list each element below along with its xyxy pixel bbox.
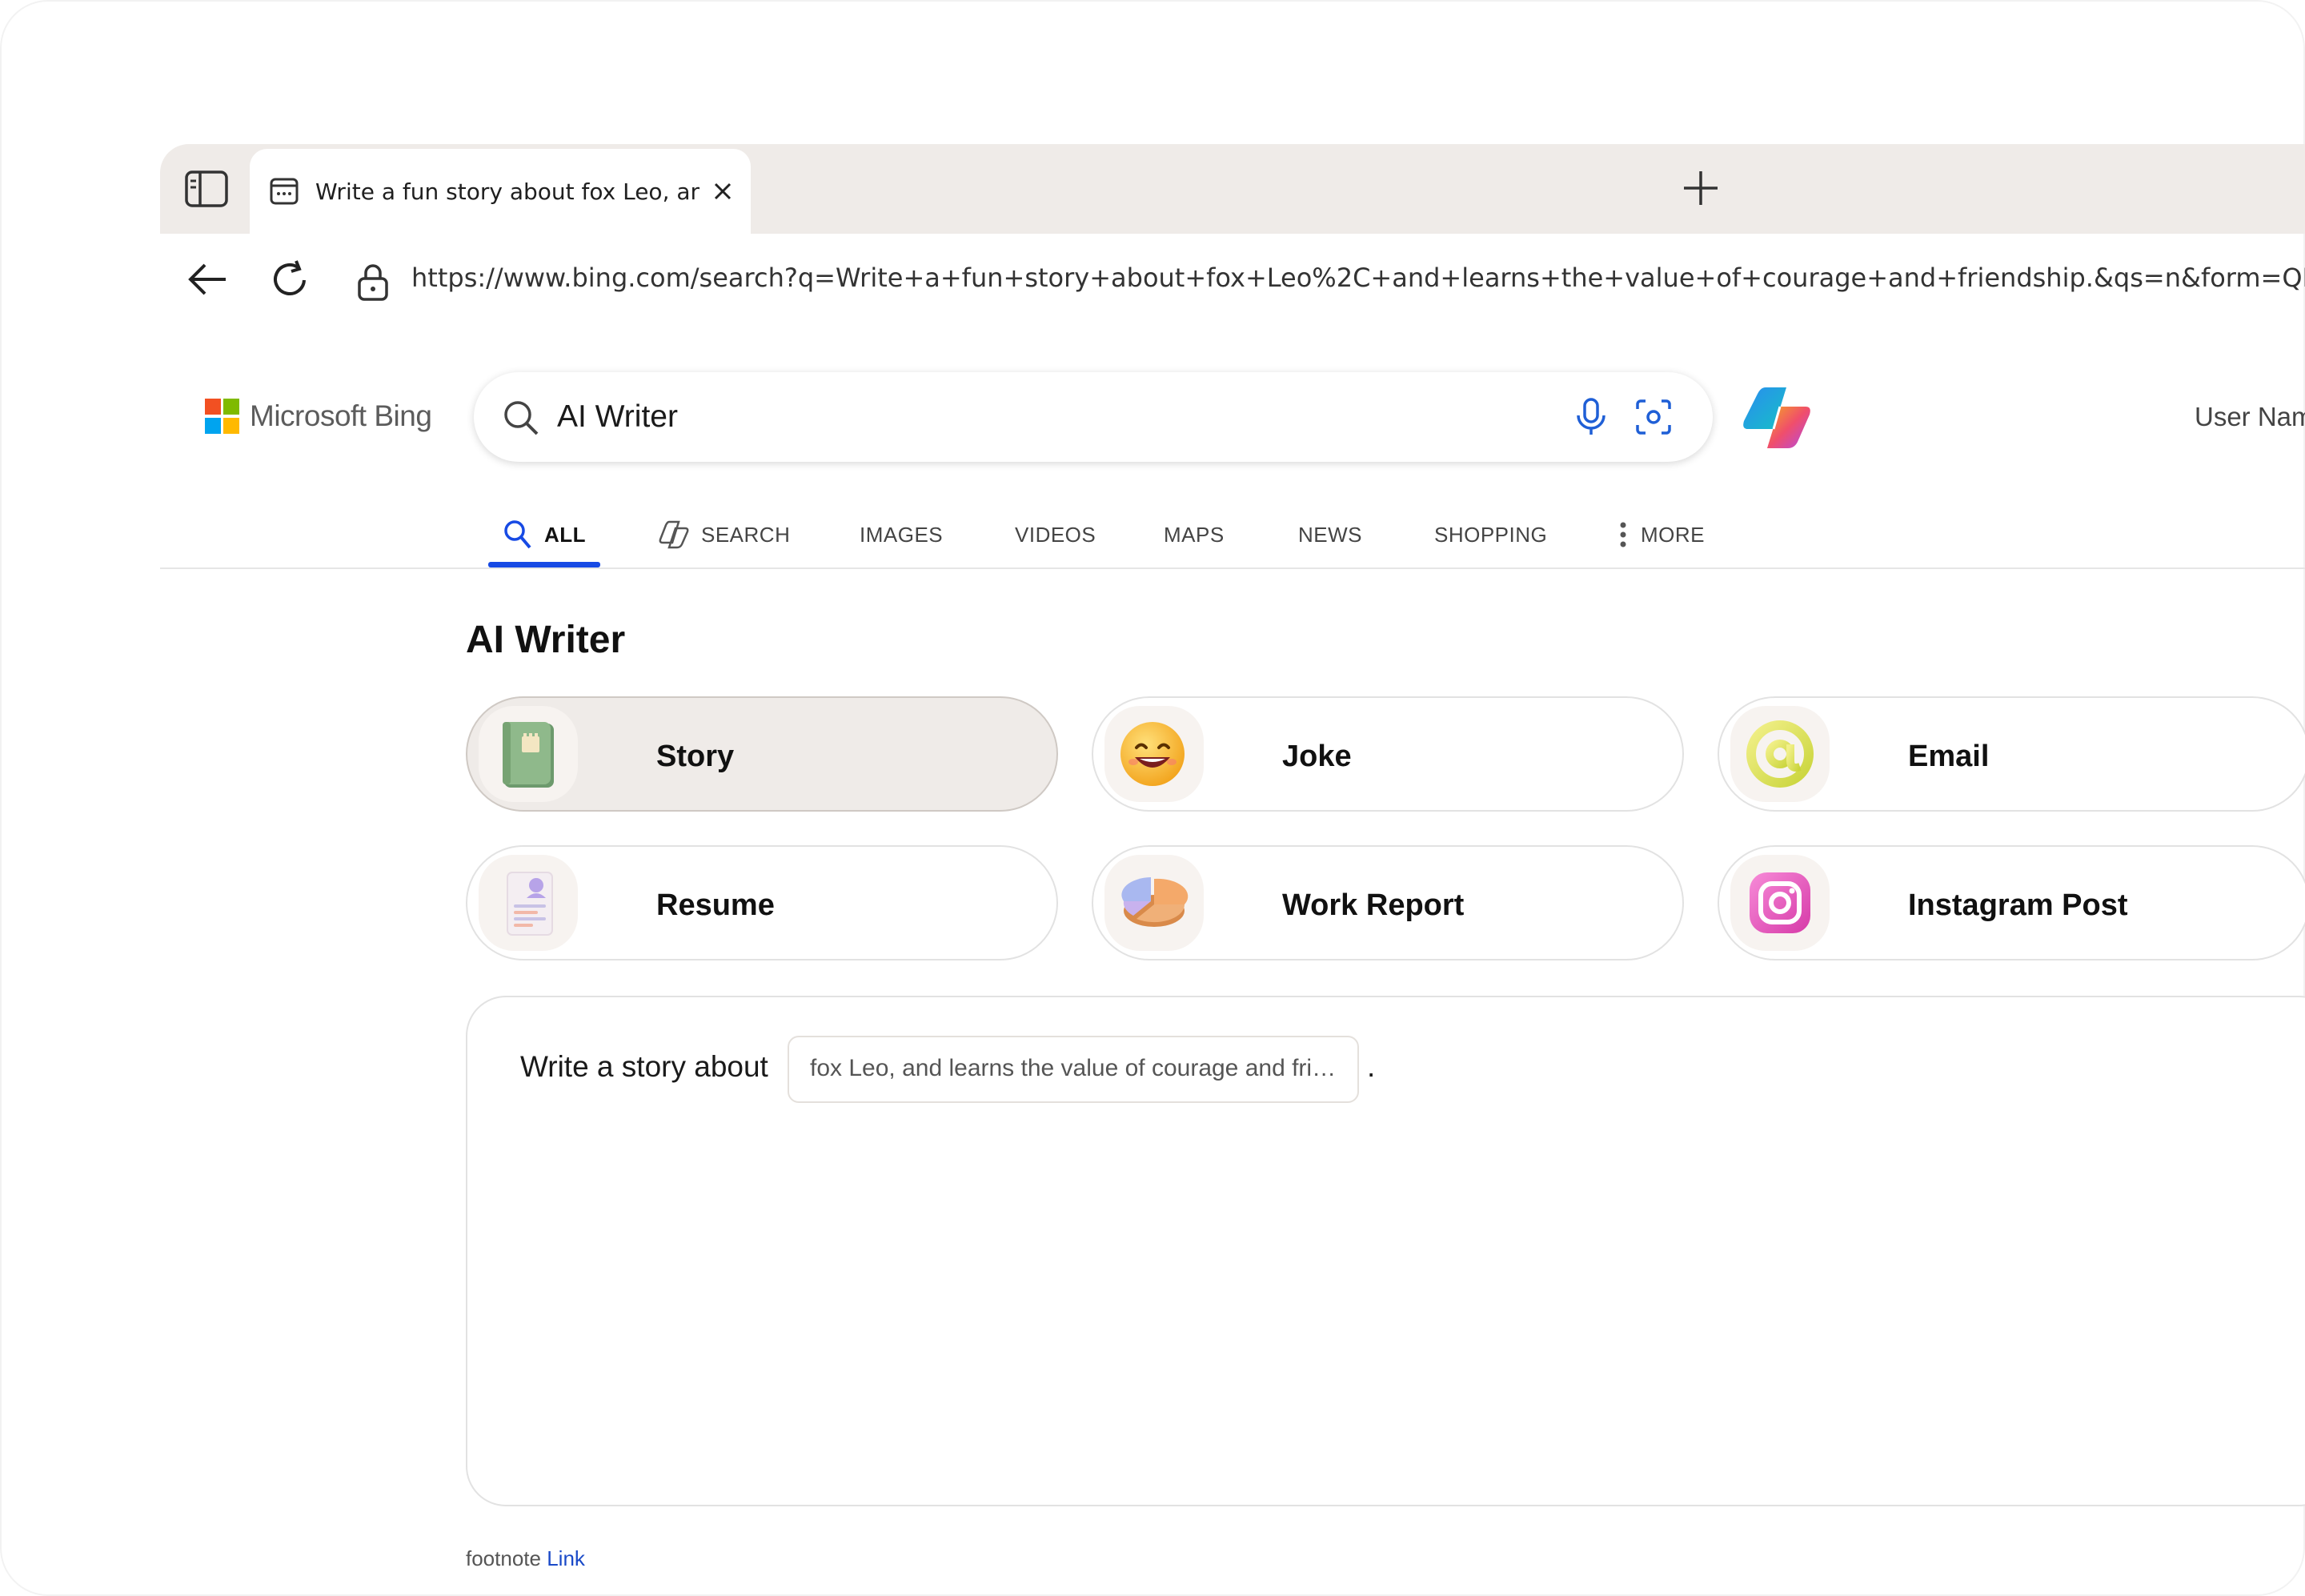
- refresh-icon[interactable]: [267, 256, 314, 303]
- search-icon: [504, 520, 531, 549]
- writer-card-story[interactable]: Story: [466, 696, 1058, 812]
- card-label: Instagram Post: [1908, 888, 2128, 922]
- tab-images[interactable]: IMAGES: [860, 514, 943, 555]
- tab-all[interactable]: ALL: [503, 514, 586, 555]
- card-label: Joke: [1282, 740, 1352, 773]
- tab-title: Write a fun story about fox Leo, and lea…: [315, 178, 700, 205]
- tab-shopping-label: SHOPPING: [1434, 522, 1548, 547]
- tab-shopping[interactable]: SHOPPING: [1434, 514, 1547, 555]
- address-bar-row: https://www.bing.com/search?q=Write+a+fu…: [160, 234, 2305, 330]
- search-box[interactable]: AI Writer: [474, 372, 1713, 462]
- copilot-outline-icon: [659, 520, 689, 549]
- smile-emoji-icon: [1120, 722, 1185, 786]
- tab-news-label: NEWS: [1298, 522, 1362, 547]
- back-arrow-icon[interactable]: [184, 256, 230, 303]
- writer-card-instagram-post[interactable]: Instagram Post: [1718, 845, 2305, 960]
- card-label: Work Report: [1282, 888, 1465, 922]
- book-icon: [503, 722, 554, 788]
- brand-name: Microsoft Bing: [250, 399, 432, 432]
- resume-document-icon: [507, 872, 553, 936]
- bing-logo[interactable]: Microsoft Bing: [205, 399, 432, 434]
- footnote: footnote Link: [466, 1546, 585, 1571]
- new-tab-icon[interactable]: [1681, 168, 1721, 208]
- page-title: AI Writer: [466, 619, 626, 661]
- user-name[interactable]: User Name: [2195, 402, 2305, 432]
- more-vertical-icon: [1620, 522, 1626, 547]
- card-label: Resume: [656, 888, 775, 922]
- scope-nav: ALL SEARCH IMAGES VIDEOS MAPS NEWS SHOPP…: [0, 496, 2305, 570]
- copilot-icon[interactable]: [1742, 384, 1812, 451]
- lock-icon[interactable]: [355, 259, 391, 306]
- at-sign-icon: [1746, 720, 1814, 788]
- search-icon: [504, 401, 539, 435]
- active-tab-indicator: [488, 562, 600, 567]
- tab-search-label: SEARCH: [701, 522, 791, 547]
- microsoft-logo-icon: [205, 399, 240, 434]
- footnote-link[interactable]: Link: [547, 1546, 585, 1570]
- close-tab-icon[interactable]: [711, 179, 735, 203]
- writer-card-joke[interactable]: Joke: [1092, 696, 1684, 812]
- tab-search[interactable]: SEARCH: [658, 514, 790, 555]
- topic-input[interactable]: fox Leo, and learns the value of courage…: [788, 1036, 1359, 1103]
- tab-active[interactable]: Write a fun story about fox Leo, and lea…: [250, 149, 751, 234]
- header-divider: [160, 567, 2305, 569]
- card-label: Email: [1908, 740, 1990, 773]
- footnote-text: footnote: [466, 1546, 541, 1570]
- tab-more-label: MORE: [1641, 522, 1705, 547]
- tab-strip: Write a fun story about fox Leo, and lea…: [160, 144, 2305, 234]
- writer-card-resume[interactable]: Resume: [466, 845, 1058, 960]
- writer-card-work-report[interactable]: Work Report: [1092, 845, 1684, 960]
- tab-more[interactable]: MORE: [1617, 514, 1705, 555]
- tab-news[interactable]: NEWS: [1298, 514, 1362, 555]
- tab-videos[interactable]: VIDEOS: [1015, 514, 1096, 555]
- writer-card-email[interactable]: Email: [1718, 696, 2305, 812]
- tab-all-label: ALL: [544, 522, 587, 547]
- visual-search-icon[interactable]: [1633, 396, 1674, 438]
- microphone-icon[interactable]: [1569, 395, 1614, 439]
- tab-images-label: IMAGES: [860, 522, 944, 547]
- tab-maps[interactable]: MAPS: [1164, 514, 1225, 555]
- page-favicon-icon: [270, 178, 299, 205]
- instagram-icon: [1750, 872, 1810, 933]
- url-field[interactable]: https://www.bing.com/search?q=Write+a+fu…: [411, 263, 2305, 293]
- card-label: Story: [656, 740, 735, 773]
- browser-window: Write a fun story about fox Leo, and lea…: [0, 0, 2305, 1596]
- tab-maps-label: MAPS: [1164, 522, 1225, 547]
- tab-videos-label: VIDEOS: [1015, 522, 1096, 547]
- writer-composer[interactable]: Write a story about fox Leo, and learns …: [466, 996, 2305, 1506]
- prompt-lead-text: Write a story about: [520, 1050, 768, 1083]
- pie-chart-icon: [1121, 877, 1189, 927]
- search-input[interactable]: AI Writer: [557, 399, 678, 435]
- sidebar-toggle-icon[interactable]: [184, 168, 229, 210]
- prompt-period: .: [1367, 1050, 1376, 1083]
